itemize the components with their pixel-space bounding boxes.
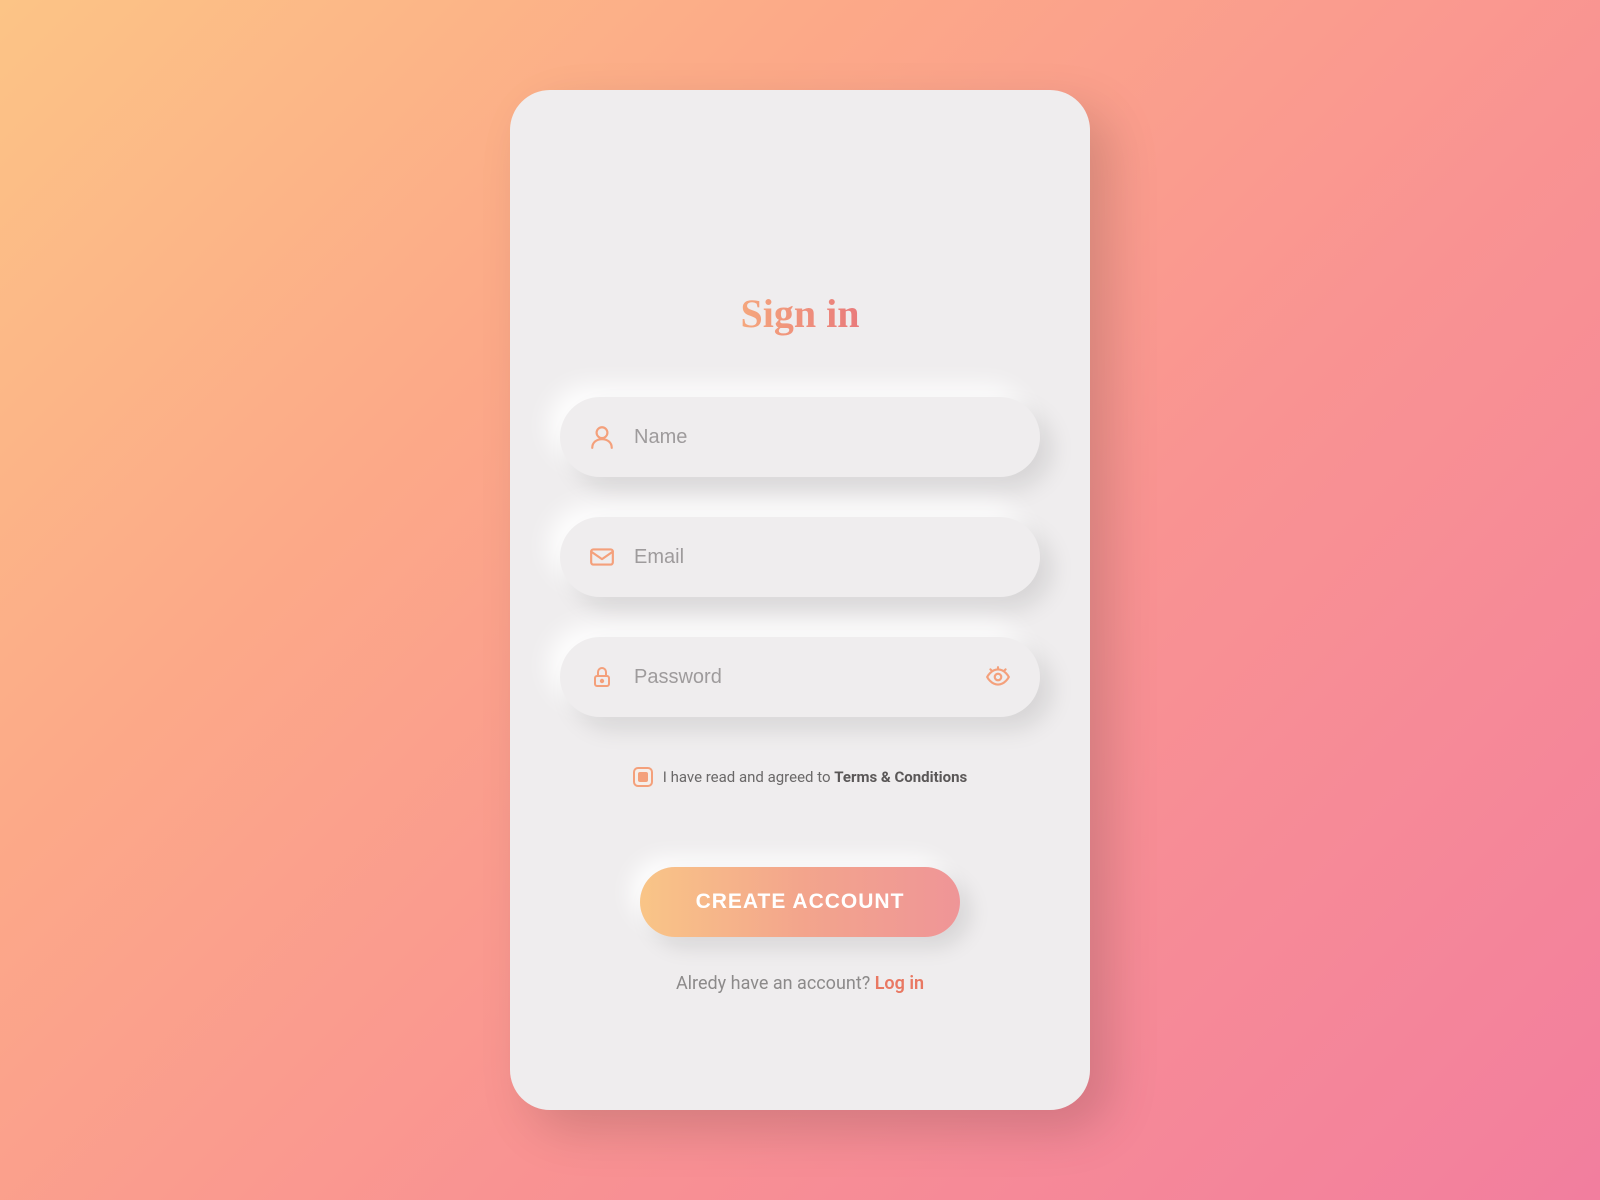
login-prefix: Alredy have an account? <box>676 973 875 994</box>
user-icon <box>588 423 616 451</box>
terms-checkbox[interactable] <box>633 767 653 787</box>
name-input[interactable] <box>634 426 1012 449</box>
page-title: Sign in <box>741 290 860 337</box>
password-field-container <box>560 637 1040 717</box>
lock-icon <box>588 663 616 691</box>
checkbox-checked-indicator <box>638 772 648 782</box>
terms-prefix: I have read and agreed to <box>663 768 834 786</box>
email-input[interactable] <box>634 546 1012 569</box>
login-link[interactable]: Log in <box>875 973 924 994</box>
terms-text: I have read and agreed to Terms & Condit… <box>663 768 967 786</box>
signup-card: Sign in <box>510 90 1090 1110</box>
terms-row: I have read and agreed to Terms & Condit… <box>633 767 967 787</box>
mail-icon <box>588 543 616 571</box>
email-field-container <box>560 517 1040 597</box>
toggle-password-visibility-icon[interactable] <box>984 663 1012 691</box>
password-input[interactable] <box>634 666 966 689</box>
name-field-container <box>560 397 1040 477</box>
login-row: Alredy have an account? Log in <box>676 973 924 994</box>
create-account-button[interactable]: CREATE ACCOUNT <box>640 867 960 937</box>
terms-link[interactable]: Terms & Conditions <box>834 768 967 786</box>
